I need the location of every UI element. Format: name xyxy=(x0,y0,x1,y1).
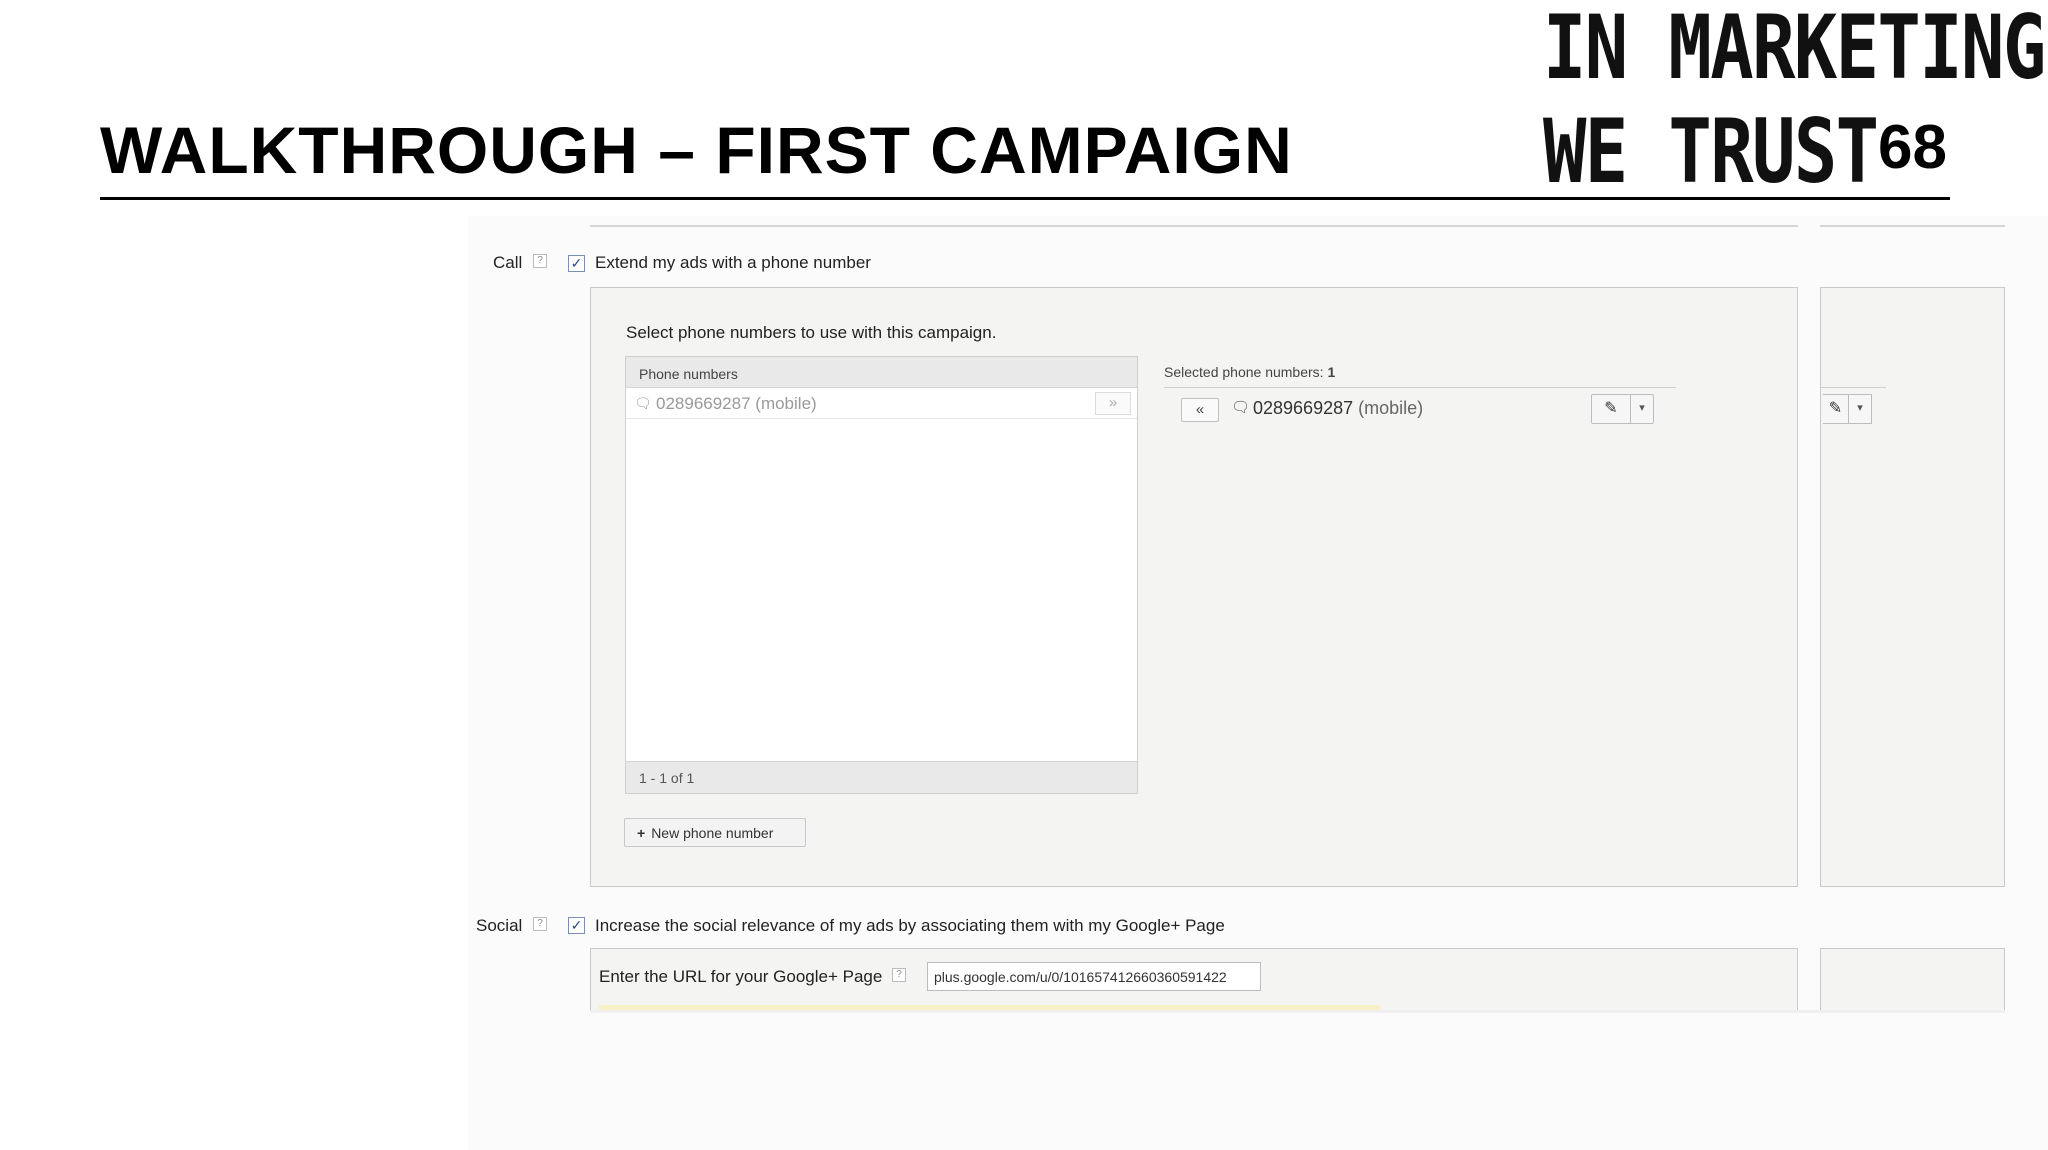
slide-title: WALKTHROUGH – FIRST CAMPAIGN xyxy=(100,113,1293,187)
phone-list-pagination: 1 - 1 of 1 xyxy=(626,761,1137,793)
add-phone-number-button[interactable]: » xyxy=(1095,392,1131,415)
brand-logo-line-1: IN MARKETING xyxy=(1543,0,2046,99)
phone-number-text: 0289669287 (mobile) xyxy=(656,394,817,413)
call-extension-text: Extend my ads with a phone number xyxy=(595,253,871,272)
phone-numbers-list: Phone numbers 🗨 0289669287 (mobile) » 1 … xyxy=(625,356,1138,794)
phone-number-row[interactable]: 🗨 0289669287 (mobile) » xyxy=(626,388,1137,419)
social-extension-checkbox[interactable]: ✓ xyxy=(568,917,585,934)
select-phone-instruction: Select phone numbers to use with this ca… xyxy=(626,323,997,342)
selected-phone-numbers-header: Selected phone numbers: 1 xyxy=(1164,364,1336,380)
call-extension-panel: Select phone numbers to use with this ca… xyxy=(590,287,1798,887)
social-extension-panel: Enter the URL for your Google+ Page ? xyxy=(590,948,1798,1011)
selected-divider xyxy=(1164,387,1676,388)
section-divider xyxy=(590,225,1798,227)
new-phone-number-button[interactable]: + New phone number xyxy=(624,818,806,847)
slide-number: 68 xyxy=(1878,113,1947,182)
call-label: Call xyxy=(493,253,523,272)
selected-count: 1 xyxy=(1327,364,1336,380)
section-divider-fragment xyxy=(1820,225,2005,227)
plus-icon: + xyxy=(637,825,646,841)
google-plus-url-label: Enter the URL for your Google+ Page xyxy=(599,967,883,986)
remove-phone-number-button[interactable]: « xyxy=(1181,398,1219,422)
caret-down-icon[interactable]: ▾ xyxy=(1630,394,1654,424)
brand-logo-line-2: WE TRUST xyxy=(1543,100,1879,203)
call-extension-checkbox[interactable]: ✓ xyxy=(568,255,585,272)
social-help-icon[interactable]: ? xyxy=(533,917,547,931)
social-extension-text: Increase the social relevance of my ads … xyxy=(595,916,1225,935)
pencil-icon[interactable]: ✎ xyxy=(1823,394,1849,424)
url-help-icon[interactable]: ? xyxy=(892,968,906,982)
phone-numbers-list-header: Phone numbers xyxy=(626,357,1137,388)
pencil-icon[interactable]: ✎ xyxy=(1591,394,1631,424)
title-divider xyxy=(100,197,1950,200)
call-help-icon[interactable]: ? xyxy=(533,254,547,268)
social-label: Social xyxy=(476,916,523,935)
new-phone-number-label: New phone number xyxy=(651,825,774,841)
caret-down-icon[interactable]: ▾ xyxy=(1848,394,1872,424)
google-plus-url-input[interactable] xyxy=(927,962,1261,991)
call-panel-fragment: ✎ ▾ xyxy=(1820,287,2005,887)
social-panel-fragment xyxy=(1820,948,2005,1010)
screenshot-cutoff xyxy=(590,1010,2005,1013)
selected-divider-fragment xyxy=(1821,387,1886,388)
selected-phone-icon: 🗨 xyxy=(1231,399,1251,416)
phone-number-icon: 🗨 xyxy=(634,395,652,411)
selected-phone-number: 0289669287 (mobile) xyxy=(1253,398,1424,418)
